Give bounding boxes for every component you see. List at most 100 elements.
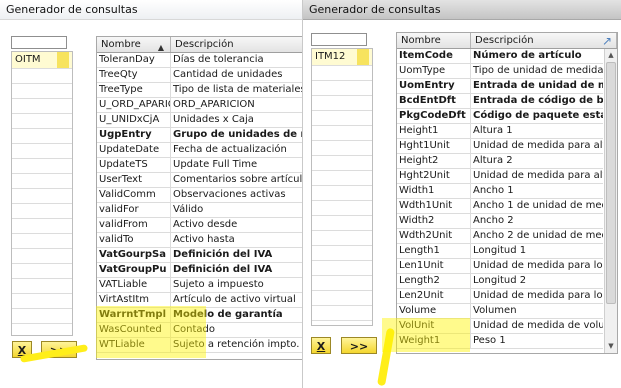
table-row[interactable]: Len2UnitUnidad de medida para longitud	[397, 289, 603, 304]
field-name-cell: UpdateDate	[97, 143, 171, 157]
add-button[interactable]: >>	[341, 337, 377, 354]
table-row[interactable]: U_ORD_APARICIONORD_APARICION	[97, 98, 302, 113]
field-name-cell: VatGroupPu	[97, 263, 171, 277]
field-name-cell: Height1	[397, 124, 471, 138]
table-row[interactable]: Volume Volumen	[397, 304, 603, 319]
empty-row	[12, 294, 72, 309]
table-row[interactable]: validFrom Activo desde	[97, 218, 302, 233]
table-row[interactable]: Width1 Ancho 1	[397, 184, 603, 199]
field-name-cell: UomEntry	[397, 79, 471, 93]
table-row[interactable]: Width2 Ancho 2	[397, 214, 603, 229]
field-name-cell: TreeType	[97, 83, 171, 97]
table-row[interactable]: validFor Válido	[97, 203, 302, 218]
field-description-cell: Tipo de lista de materiales	[173, 84, 302, 95]
table-list-item[interactable]: OITM	[12, 52, 72, 69]
empty-row	[312, 141, 372, 156]
column-header-name[interactable]: Nombre	[397, 33, 471, 48]
table-row[interactable]: TreeQty Cantidad de unidades	[97, 68, 302, 83]
field-description-cell: Update Full Time	[173, 159, 258, 170]
empty-row	[312, 111, 372, 126]
empty-row	[12, 234, 72, 249]
table-row[interactable]: Length1 Longitud 1	[397, 244, 603, 259]
table-row[interactable]: Hght1UnitUnidad de medida para altura	[397, 139, 603, 154]
table-row[interactable]: UgpEntryGrupo de unidades de medida	[97, 128, 302, 143]
field-description-cell: Unidad de medida para longitud	[473, 260, 603, 271]
table-row[interactable]: PkgCodeDftCódigo de paquete estándar	[397, 109, 603, 124]
table-row[interactable]: Len1UnitUnidad de medida para longitud	[397, 259, 603, 274]
field-description-cell: Ancho 2	[473, 215, 514, 226]
field-description-cell: Válido	[173, 204, 204, 215]
empty-row	[312, 291, 372, 306]
field-name-cell: Width1	[397, 184, 471, 198]
window-title: Generador de consultas	[303, 0, 621, 20]
empty-row	[12, 84, 72, 99]
field-name-cell: TreeQty	[97, 68, 171, 82]
table-row[interactable]: Hght2UnitUnidad de medida para altura	[397, 169, 603, 184]
table-row[interactable]: VATLiable Sujeto a impuesto	[97, 278, 302, 293]
field-description-cell: Longitud 2	[473, 275, 527, 286]
table-row[interactable]: UpdateDate Fecha de actualización	[97, 143, 302, 158]
table-row[interactable]: Length2 Longitud 2	[397, 274, 603, 289]
field-name-cell: ValidComm	[97, 188, 171, 202]
table-row[interactable]: ItemCode Número de artículo	[397, 49, 603, 64]
field-description-cell: Días de tolerancia	[173, 54, 264, 65]
field-description-cell: Comentarios sobre artículo	[173, 174, 302, 185]
table-row[interactable]: VatGourpSa Definición del IVA	[97, 248, 302, 263]
field-name-cell: Wdth1Unit	[397, 199, 471, 213]
table-row[interactable]: UpdateTS Update Full Time	[97, 158, 302, 173]
table-row[interactable]: Height2 Altura 2	[397, 154, 603, 169]
field-description-cell: Tipo de unidad de medida	[473, 65, 603, 76]
field-name-cell: Height2	[397, 154, 471, 168]
window-title: Generador de consultas	[0, 0, 302, 20]
field-description-cell: Ancho 2 de unidad de medida	[473, 230, 603, 241]
scroll-up-icon[interactable]: ▲	[605, 50, 617, 61]
table-row[interactable]: UomEntryEntrada de unidad de medida	[397, 79, 603, 94]
table-row[interactable]: UserText Comentarios sobre artículo	[97, 173, 302, 188]
field-description-cell: Número de artículo	[473, 50, 582, 61]
selection-marker	[57, 52, 69, 68]
field-description-cell: Unidad de medida para altura	[473, 170, 603, 181]
field-name-cell: UomType	[397, 64, 471, 78]
table-row[interactable]: Wdth1UnitAncho 1 de unidad de medida	[397, 199, 603, 214]
empty-row	[12, 174, 72, 189]
empty-row	[12, 189, 72, 204]
scroll-down-icon[interactable]: ▼	[605, 341, 617, 352]
table-search-input[interactable]	[11, 36, 67, 49]
field-name-cell: PkgCodeDft	[397, 109, 471, 123]
table-row[interactable]: Wdth2UnitAncho 2 de unidad de medida	[397, 229, 603, 244]
table-row[interactable]: ToleranDay Días de tolerancia	[97, 53, 302, 68]
selection-marker	[357, 49, 369, 65]
table-row[interactable]: Height1 Altura 1	[397, 124, 603, 139]
table-list-item[interactable]: ITM12	[312, 49, 372, 66]
table-row[interactable]: BcdEntDftEntrada de código de barras	[397, 94, 603, 109]
table-row[interactable]: VatGroupPu Definición del IVA	[97, 263, 302, 278]
column-header-name[interactable]: Nombre ▲	[97, 37, 171, 52]
column-header-description[interactable]: Descripción ↗	[471, 33, 617, 48]
table-row[interactable]: validTo Activo hasta	[97, 233, 302, 248]
column-header-description[interactable]: Descripción	[171, 37, 302, 52]
table-row[interactable]: ValidComm Observaciones activas	[97, 188, 302, 203]
empty-row	[12, 279, 72, 294]
field-description-cell: Longitud 1	[473, 245, 527, 256]
table-header: Nombre Descripción ↗	[397, 33, 617, 49]
expand-arrow-icon[interactable]: ↗	[602, 35, 612, 47]
field-description-cell: Ancho 1	[473, 185, 514, 196]
field-name-cell: U_UNIDxCjA	[97, 113, 171, 127]
scroll-thumb[interactable]	[606, 62, 616, 304]
field-description-cell: Unidad de medida para longitud	[473, 290, 603, 301]
field-description-cell: ORD_APARICION	[173, 99, 255, 110]
table-row[interactable]: UomType Tipo de unidad de medida	[397, 64, 603, 79]
field-description-cell: Entrada de unidad de medida	[473, 80, 603, 91]
field-name-cell: Len2Unit	[397, 289, 471, 303]
field-name-cell: UserText	[97, 173, 171, 187]
empty-row	[12, 264, 72, 279]
clear-button[interactable]: X	[311, 337, 331, 354]
table-row[interactable]: TreeType Tipo de lista de materiales	[97, 83, 302, 98]
empty-row	[12, 69, 72, 84]
table-search-input[interactable]	[311, 33, 367, 46]
vertical-scrollbar[interactable]: ▲ ▼	[604, 49, 617, 353]
field-description-cell: Unidad de medida de volumen	[473, 320, 603, 331]
empty-row	[312, 276, 372, 291]
field-name-cell: BcdEntDft	[397, 94, 471, 108]
table-row[interactable]: U_UNIDxCjA Unidades x Caja	[97, 113, 302, 128]
